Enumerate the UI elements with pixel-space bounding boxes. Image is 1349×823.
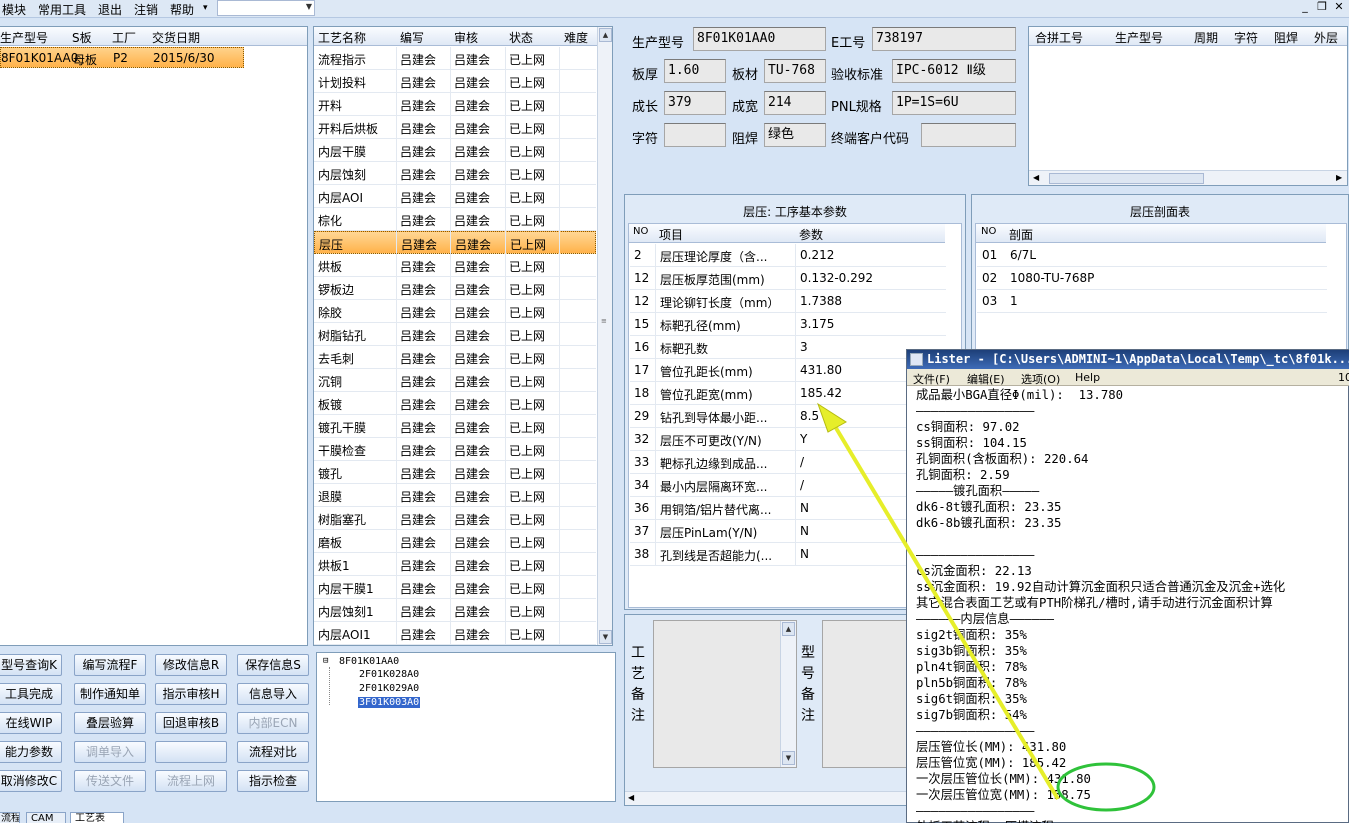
annotation-arrow-line: [834, 426, 1060, 801]
annotation-arrow-head: [817, 402, 847, 433]
annotation-overlay: [817, 402, 1156, 812]
annotation-circle: [1056, 762, 1156, 812]
